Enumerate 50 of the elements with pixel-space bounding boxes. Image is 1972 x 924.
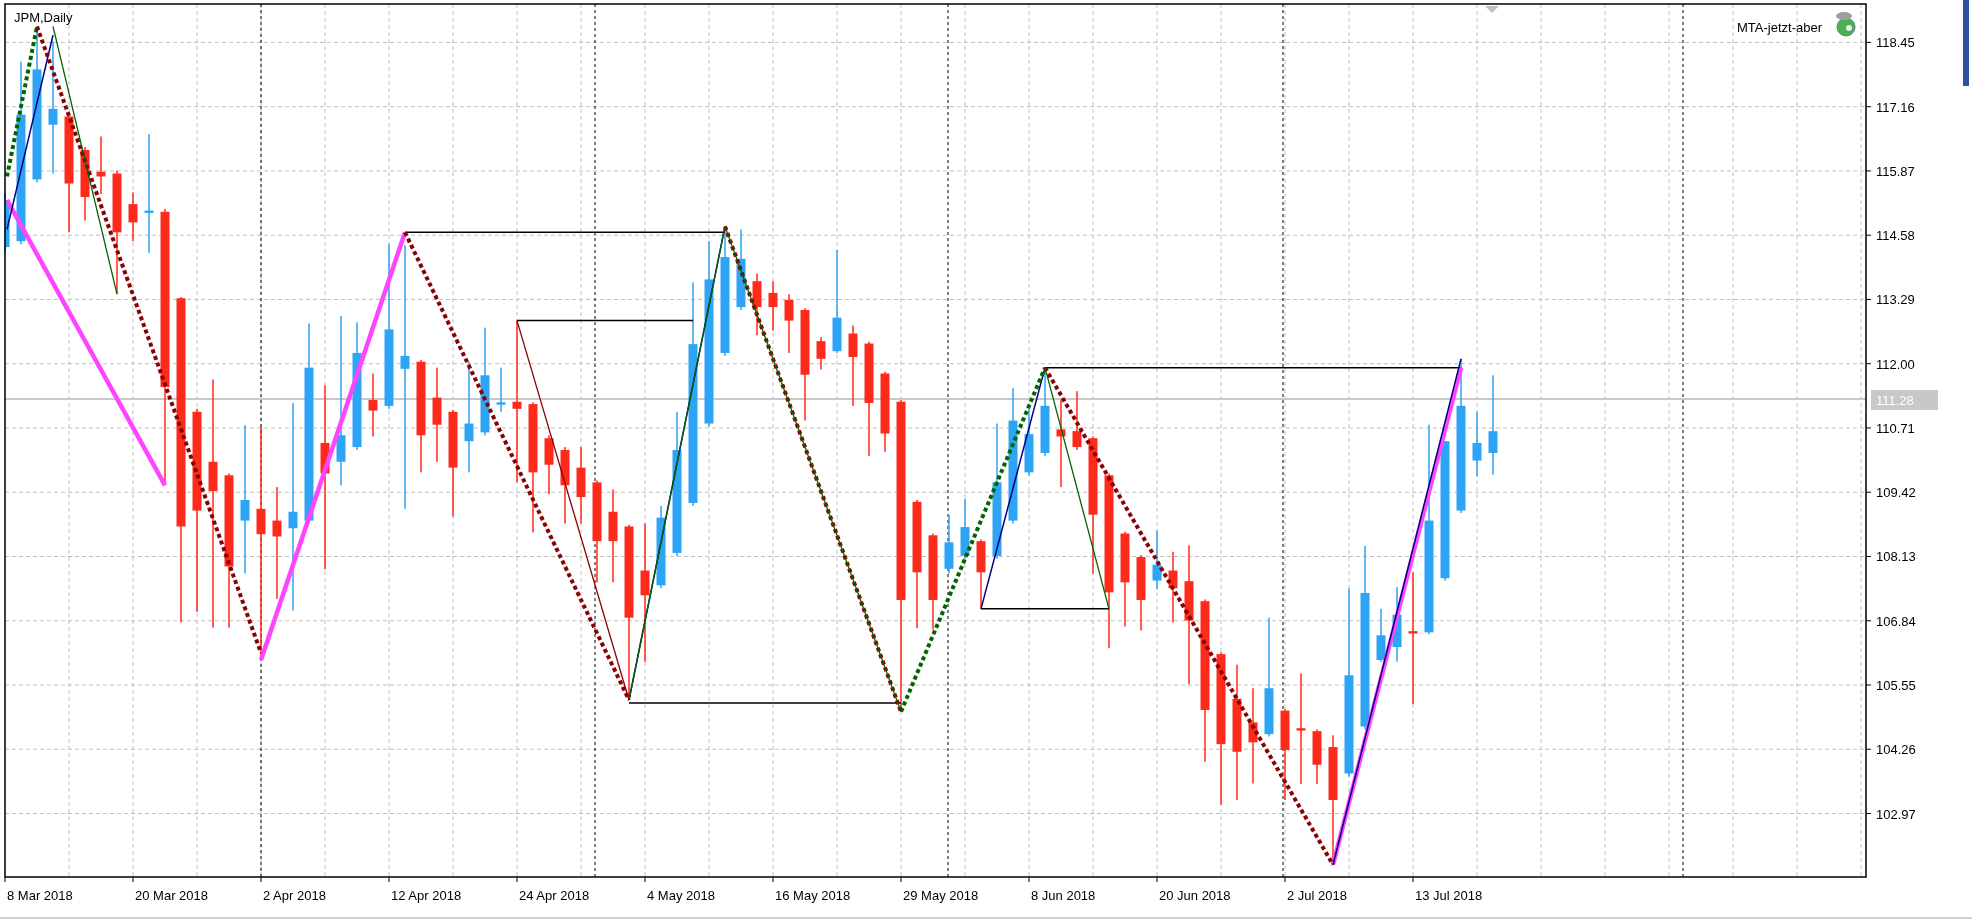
bullish-candle <box>1472 411 1482 477</box>
chart-area[interactable] <box>4 3 1867 878</box>
globe-icon <box>1836 12 1856 37</box>
date-label: 29 May 2018 <box>903 888 979 903</box>
date-label: 24 Apr 2018 <box>519 888 590 903</box>
bullish-candle <box>496 367 506 412</box>
bearish-candle <box>752 273 762 336</box>
bearish-candle <box>816 337 826 370</box>
bearish-candle <box>768 281 778 331</box>
price-label: 118.45 <box>1876 35 1915 51</box>
bearish-candle <box>1072 391 1082 450</box>
date-label: 20 Mar 2018 <box>135 888 208 903</box>
bullish-candle <box>1152 530 1162 590</box>
chart-title: JPM,Daily <box>14 10 73 25</box>
date-label: 16 May 2018 <box>775 888 851 903</box>
indicator-label: MTA-jetzt-aber <box>1737 20 1822 35</box>
bearish-candle <box>1312 729 1322 785</box>
bullish-candle <box>944 514 954 574</box>
bearish-candle <box>544 435 554 495</box>
bearish-candle <box>368 373 378 437</box>
price-label: 112.00 <box>1876 356 1915 372</box>
scrollbar-thumb[interactable] <box>1963 0 1969 86</box>
chart-shift-icon[interactable] <box>1485 6 1499 13</box>
bearish-candle <box>96 136 106 195</box>
price-label: 108.13 <box>1876 549 1916 565</box>
date-label: 20 Jun 2018 <box>1159 888 1231 903</box>
date-label: 2 Apr 2018 <box>263 888 326 903</box>
bearish-candle <box>784 294 794 353</box>
price-label: 110.71 <box>1876 420 1915 436</box>
price-label: 117.16 <box>1876 99 1915 115</box>
bearish-candle <box>1168 551 1178 623</box>
price-label: 115.87 <box>1876 163 1915 179</box>
bearish-candle <box>976 539 986 609</box>
price-label: 102.97 <box>1876 806 1916 822</box>
date-label: 4 May 2018 <box>647 888 715 903</box>
price-label: 105.55 <box>1876 678 1916 693</box>
bullish-candle <box>960 498 970 559</box>
date-label: 13 Jul 2018 <box>1415 888 1483 903</box>
price-label: 114.58 <box>1876 228 1915 244</box>
price-label: 106.84 <box>1876 613 1916 629</box>
date-label: 2 Jul 2018 <box>1287 888 1347 903</box>
price-label: 109.42 <box>1876 485 1916 501</box>
date-label: 8 Mar 2018 <box>7 888 73 903</box>
price-label: 113.29 <box>1876 292 1915 308</box>
date-label: 8 Jun 2018 <box>1031 888 1096 903</box>
bearish-candle <box>128 192 138 242</box>
date-label: 12 Apr 2018 <box>391 888 462 903</box>
price-label: 104.26 <box>1876 742 1916 758</box>
bullish-candle <box>1376 608 1386 662</box>
bullish-candle <box>1024 405 1034 476</box>
